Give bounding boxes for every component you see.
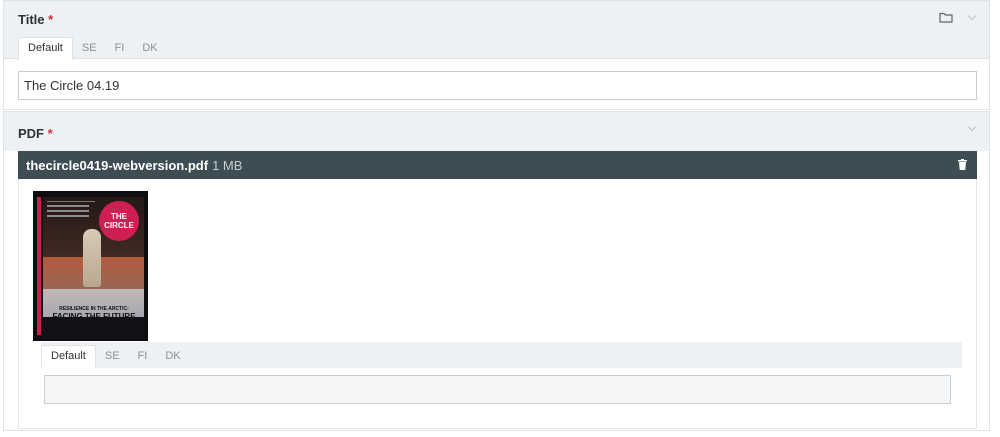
tab-fi[interactable]: FI [129,346,157,368]
pdf-field-header: PDF * [4,112,989,151]
chevron-down-icon[interactable] [967,125,977,132]
pdf-description-input[interactable] [44,375,951,404]
pdf-header-actions [967,125,977,132]
tab-fi[interactable]: FI [106,38,134,60]
pdf-file-body: THE CIRCLE RESILIENCE IN THE ARCTIC: FAC… [18,179,977,429]
tab-se[interactable]: SE [73,38,106,60]
cover-stripe [37,197,41,335]
file-size: 1 MB [212,157,243,173]
chevron-down-icon[interactable] [967,14,977,21]
tab-dk[interactable]: DK [156,346,189,368]
required-mark: * [48,12,54,27]
pdf-language-tabs-bar: Default SE FI DK [41,342,962,368]
pdf-language-tabs: Default SE FI DK [41,345,190,368]
tab-default[interactable]: Default [41,345,96,368]
cover-headline: RESILIENCE IN THE ARCTIC: FACING THE FUT… [47,306,141,321]
cover-masthead: THE CIRCLE [99,201,139,241]
title-label-text: Title [18,12,45,27]
cover-headline-big: FACING THE FUTURE [52,312,136,321]
title-field-label: Title * [18,12,53,27]
tab-dk[interactable]: DK [133,38,166,60]
pdf-file-bar: thecircle0419-webversion.pdf 1 MB [18,151,977,179]
title-header-actions [939,11,977,23]
title-language-tabs: Default SE FI DK [18,37,167,60]
tab-se[interactable]: SE [96,346,129,368]
title-field-header: Title * Default SE FI DK [4,1,989,60]
cover-figure [83,229,101,287]
cover-masthead-lines [47,201,95,221]
pdf-thumbnail[interactable]: THE CIRCLE RESILIENCE IN THE ARCTIC: FAC… [33,191,148,341]
trash-icon[interactable] [958,159,967,170]
folder-icon[interactable] [939,11,953,23]
title-input[interactable] [18,71,977,100]
pdf-field-label: PDF * [18,126,53,141]
pdf-label-text: PDF [18,126,44,141]
title-field-panel: Title * Default SE FI DK [3,0,990,110]
tab-default[interactable]: Default [18,37,73,60]
file-name[interactable]: thecircle0419-webversion.pdf [26,158,208,173]
pdf-field-panel: PDF * thecircle0419-webversion.pdf 1 MB … [3,111,990,431]
required-mark: * [47,126,53,141]
